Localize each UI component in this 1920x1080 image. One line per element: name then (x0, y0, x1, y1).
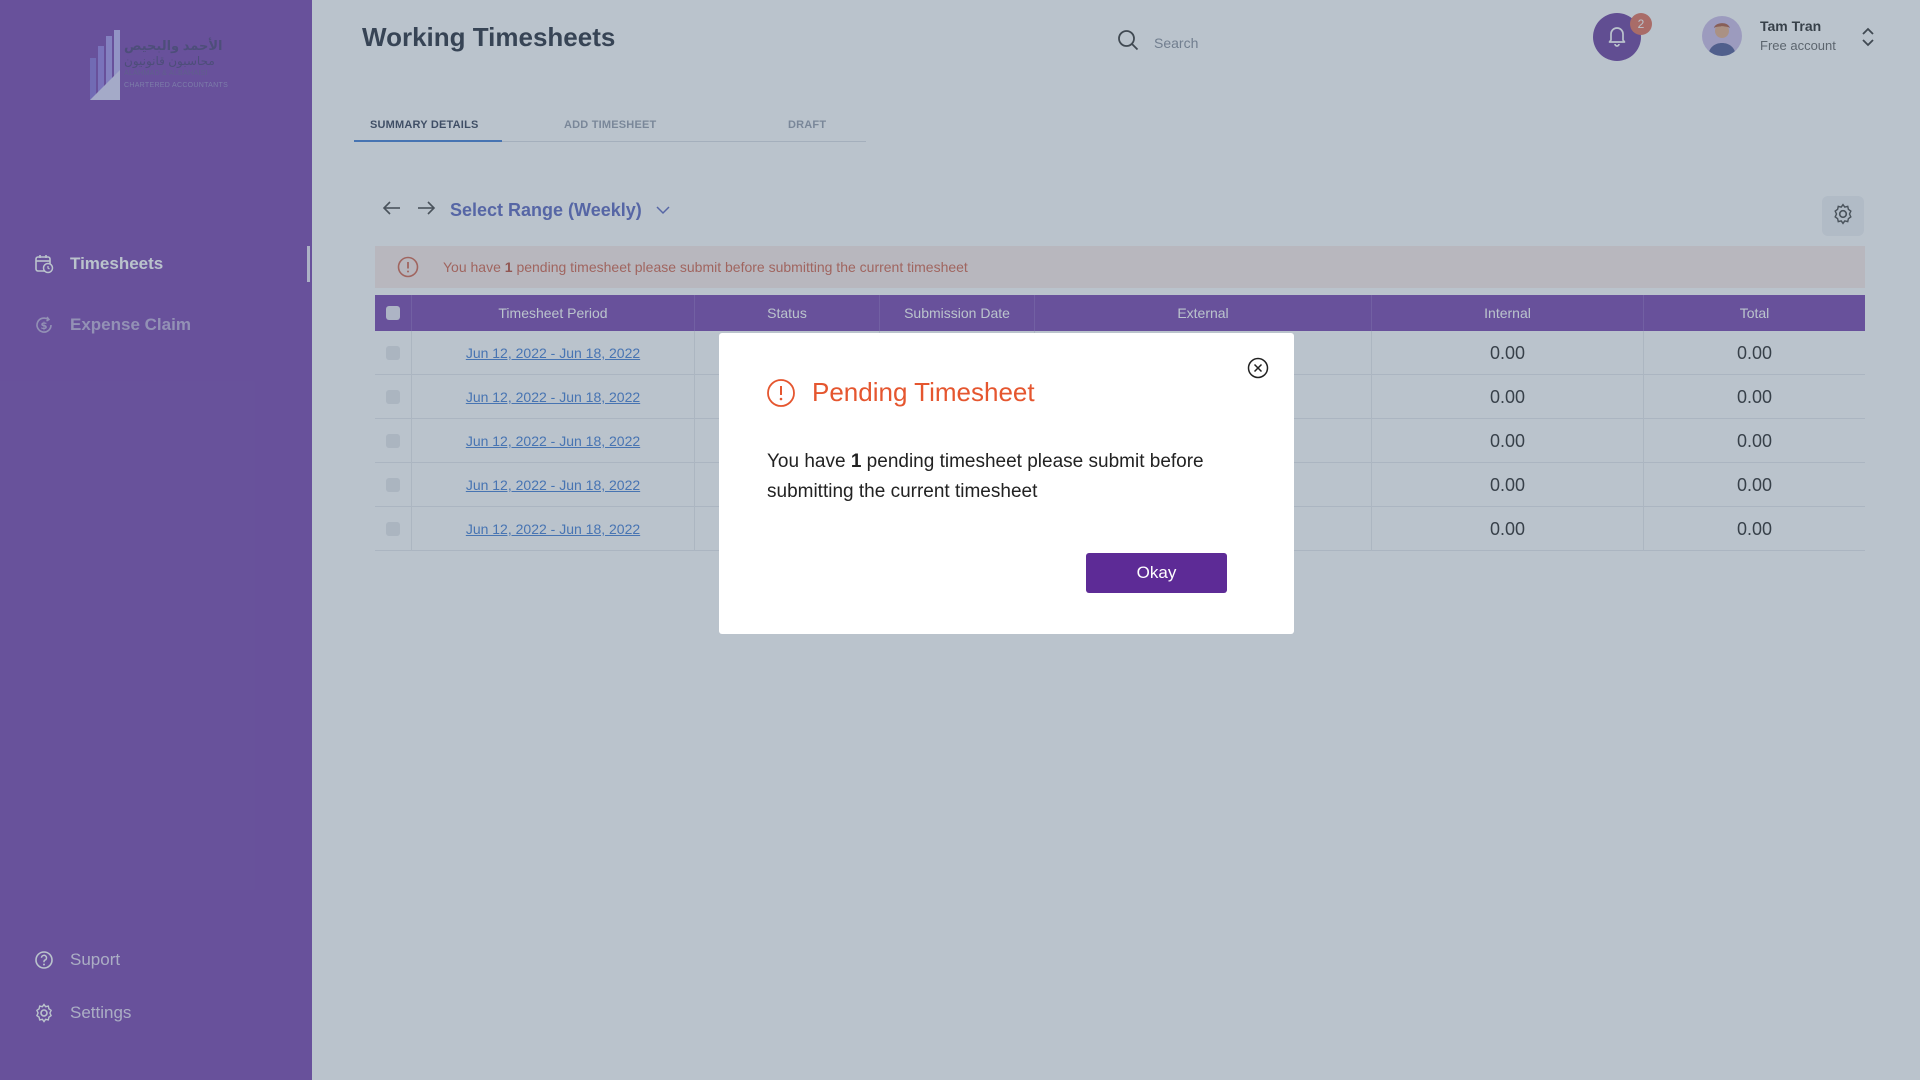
okay-button[interactable]: Okay (1086, 553, 1227, 593)
dialog-message: You have 1 pending timesheet please subm… (767, 451, 1204, 502)
close-icon[interactable] (1247, 357, 1269, 379)
pending-timesheet-dialog: Pending Timesheet You have 1 pending tim… (719, 333, 1294, 634)
dialog-title: Pending Timesheet (812, 377, 1035, 407)
alert-circle-icon (766, 378, 796, 408)
